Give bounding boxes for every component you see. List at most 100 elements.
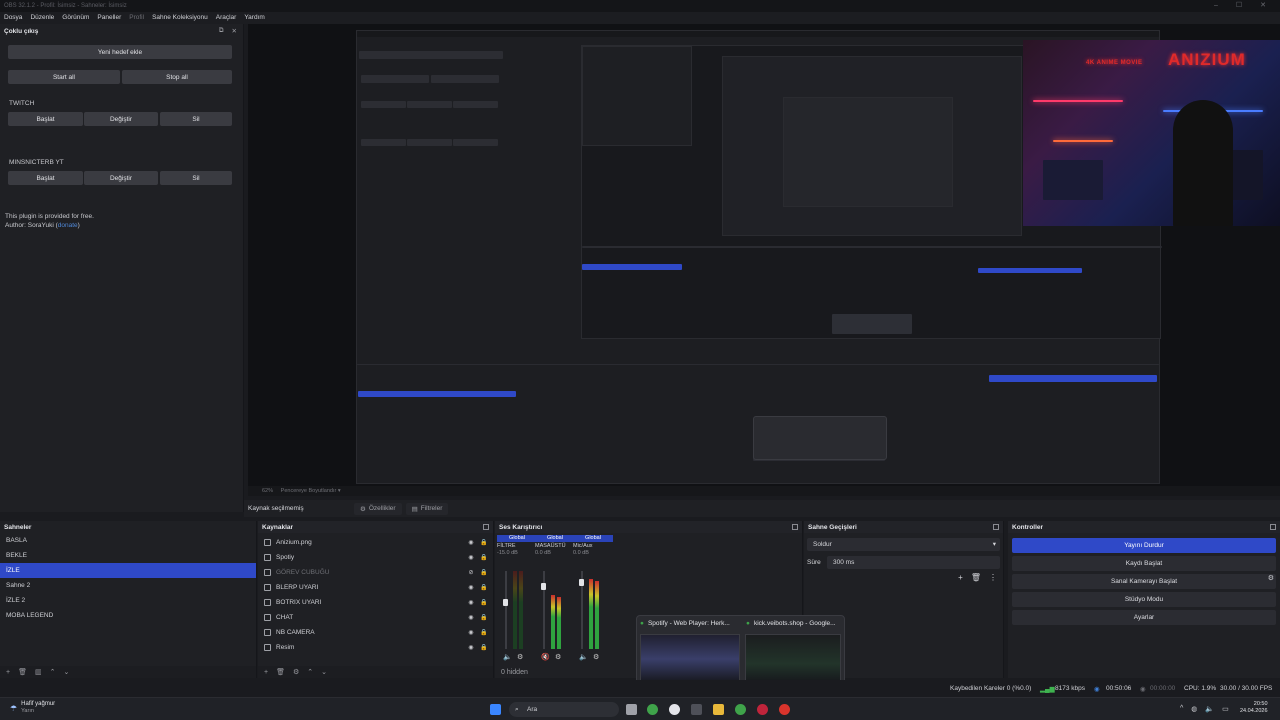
lock-icon[interactable]: 🔒 xyxy=(480,554,488,561)
terminal-icon[interactable] xyxy=(691,704,702,715)
preview-canvas[interactable]: 4K ANIME MOVIE ANIZIUM xyxy=(248,24,1280,486)
delete-target-button[interactable]: Sil xyxy=(160,171,232,185)
control-button[interactable]: Stüdyo Modu xyxy=(1012,592,1276,607)
speaker-icon[interactable]: 🔈 xyxy=(579,653,588,661)
properties-button[interactable]: ⚙ Özellikler xyxy=(354,502,402,515)
more-icon[interactable]: ⋮ xyxy=(989,573,997,582)
xbox-icon[interactable] xyxy=(647,704,658,715)
eye-icon[interactable]: ◉ xyxy=(467,539,475,546)
gear-icon[interactable]: ⚙ xyxy=(555,653,561,661)
control-button[interactable]: Kaydı Başlat xyxy=(1012,556,1276,571)
task-view-icon[interactable] xyxy=(626,704,637,715)
thumbnail-title[interactable]: ● Spotify - Web Player: Herk... xyxy=(640,620,730,627)
network-icon[interactable]: ◍ xyxy=(1191,705,1197,713)
menu-item[interactable]: Düzenle xyxy=(30,12,62,24)
close-icon[interactable]: ✕ xyxy=(1260,0,1266,12)
fader-knob[interactable] xyxy=(503,599,508,606)
lock-icon[interactable]: 🔒 xyxy=(480,644,488,651)
obs-icon[interactable] xyxy=(669,704,680,715)
gear-icon[interactable]: ⚙ xyxy=(293,668,299,676)
lock-icon[interactable]: 🔒 xyxy=(480,614,488,621)
control-button[interactable]: Sanal Kamerayı Başlat xyxy=(1012,574,1276,589)
float-icon[interactable] xyxy=(993,524,999,530)
edit-target-button[interactable]: Değiştir xyxy=(84,171,158,185)
trash-icon[interactable]: 🗑 xyxy=(18,668,27,676)
eye-hidden-icon[interactable]: ⊘ xyxy=(467,569,475,576)
windows-start-icon[interactable] xyxy=(490,704,501,715)
control-button[interactable]: Ayarlar xyxy=(1012,610,1276,625)
scene-item[interactable]: Sahne 2 xyxy=(0,578,256,593)
chevron-up-icon[interactable]: ^ xyxy=(1180,705,1183,713)
scene-item[interactable]: İZLE xyxy=(0,563,256,578)
scene-item[interactable]: BASLA xyxy=(0,533,256,548)
trash-icon[interactable]: 🗑 xyxy=(971,573,981,582)
source-item[interactable]: BLERP UYARI ◉ 🔒 xyxy=(258,580,493,595)
channel-name[interactable]: Mic/Aux xyxy=(573,543,613,549)
float-icon[interactable] xyxy=(792,524,798,530)
transition-select[interactable]: Soldur ▾ xyxy=(807,538,1000,551)
scene-item[interactable]: MOBA LEGEND xyxy=(0,608,256,623)
eye-icon[interactable]: ◉ xyxy=(467,554,475,561)
eye-icon[interactable]: ◉ xyxy=(467,629,475,636)
menu-item[interactable]: Yardım xyxy=(244,12,272,24)
eye-icon[interactable]: ◉ xyxy=(467,644,475,651)
menu-item[interactable]: Paneller xyxy=(97,12,129,24)
start-target-button[interactable]: Başlat xyxy=(8,112,83,126)
kick-window-thumbnail[interactable] xyxy=(745,634,841,684)
filter-icon[interactable]: ▥ xyxy=(35,668,42,676)
delete-target-button[interactable]: Sil xyxy=(160,112,232,126)
source-item[interactable]: Anizium.png ◉ 🔒 xyxy=(258,535,493,550)
volume-fader[interactable] xyxy=(505,571,507,649)
speaker-icon[interactable]: 🔈 xyxy=(1205,705,1214,713)
filters-button[interactable]: ▤ Filtreler xyxy=(405,502,449,515)
start-target-button[interactable]: Başlat xyxy=(8,171,83,185)
float-icon[interactable] xyxy=(483,524,489,530)
stop-all-button[interactable]: Stop all xyxy=(122,70,232,84)
eye-icon[interactable]: ◉ xyxy=(467,614,475,621)
chevron-down-icon[interactable]: ⌄ xyxy=(321,668,327,676)
thumbnail-title[interactable]: ● kick.veibots.shop - Google... xyxy=(746,620,836,627)
trash-icon[interactable]: 🗑 xyxy=(276,668,285,676)
chevron-up-icon[interactable]: ⌃ xyxy=(307,668,313,676)
chevron-down-icon[interactable]: ▾ xyxy=(338,488,341,494)
lock-icon[interactable]: 🔒 xyxy=(480,539,488,546)
add-target-button[interactable]: Yeni hedef ekle xyxy=(8,45,232,59)
source-item[interactable]: Resim ◉ 🔒 xyxy=(258,640,493,655)
donate-link[interactable]: donate xyxy=(58,222,78,229)
eye-icon[interactable]: ◉ xyxy=(467,584,475,591)
speaker-icon[interactable]: 🔈 xyxy=(503,653,512,661)
menu-item[interactable]: Profil xyxy=(129,12,152,24)
channel-name[interactable]: FİLTRE xyxy=(497,543,537,549)
source-item[interactable]: GÖREV CUBUĞU ⊘ 🔒 xyxy=(258,565,493,580)
eye-icon[interactable]: ◉ xyxy=(467,599,475,606)
lock-icon[interactable]: 🔒 xyxy=(480,599,488,606)
close-icon[interactable]: ✕ xyxy=(232,27,237,35)
weather-widget[interactable]: ☂ Hafif yağmur Yarın xyxy=(10,701,55,715)
clock[interactable]: 20:50 24.04.2026 xyxy=(1240,701,1268,715)
scene-item[interactable]: BEKLE xyxy=(0,548,256,563)
source-item[interactable]: CHAT ◉ 🔒 xyxy=(258,610,493,625)
spotify-window-thumbnail[interactable] xyxy=(640,634,740,684)
menu-item[interactable]: Görünüm xyxy=(62,12,97,24)
lock-icon[interactable]: 🔒 xyxy=(480,569,488,576)
start-all-button[interactable]: Start all xyxy=(8,70,120,84)
menu-item[interactable]: Dosya xyxy=(4,12,30,24)
maximize-icon[interactable]: ☐ xyxy=(1236,0,1242,12)
folder-icon[interactable] xyxy=(713,704,724,715)
minimize-icon[interactable]: – xyxy=(1214,0,1218,12)
chrome-icon[interactable] xyxy=(735,704,746,715)
duration-input[interactable]: 300 ms xyxy=(827,556,1000,569)
app-icon[interactable] xyxy=(779,704,790,715)
source-item[interactable]: BOTRIX UYARI ◉ 🔒 xyxy=(258,595,493,610)
chevron-down-icon[interactable]: ⌄ xyxy=(63,668,69,676)
opera-icon[interactable] xyxy=(757,704,768,715)
float-icon[interactable]: ⧉ xyxy=(219,27,224,35)
source-item[interactable]: NB CAMERA ◉ 🔒 xyxy=(258,625,493,640)
add-icon[interactable]: + xyxy=(264,669,268,676)
add-icon[interactable]: + xyxy=(958,573,963,582)
source-item[interactable]: Spotiy ◉ 🔒 xyxy=(258,550,493,565)
fader-knob[interactable] xyxy=(579,579,584,586)
muted-speaker-icon[interactable]: 🔇 xyxy=(541,653,550,661)
gear-icon[interactable]: ⚙ xyxy=(1268,574,1274,582)
fader-knob[interactable] xyxy=(541,583,546,590)
